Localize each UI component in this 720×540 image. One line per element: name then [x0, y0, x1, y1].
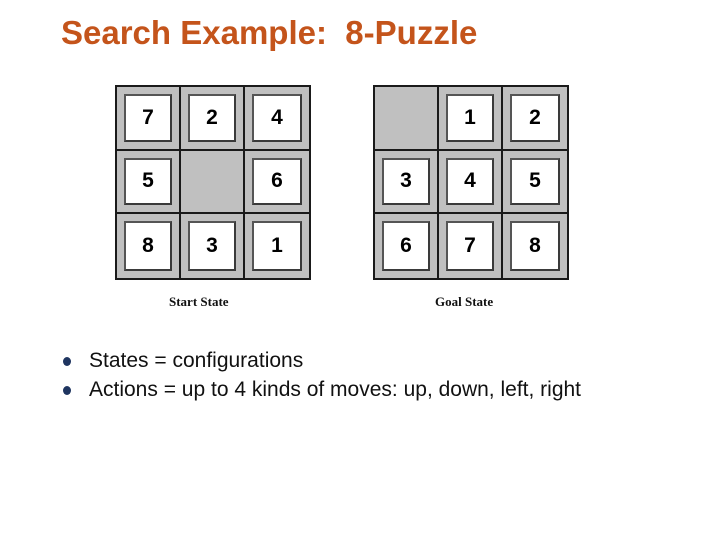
board-cell: 4 [245, 87, 309, 151]
puzzle-tile: 2 [510, 94, 560, 142]
board-cell: 6 [245, 151, 309, 215]
board-cell: 5 [117, 150, 181, 215]
bullet-item: States = configurations [62, 346, 662, 375]
puzzle-tile: 8 [124, 221, 172, 271]
board-cell: 2 [503, 87, 567, 151]
puzzle-tile: 5 [124, 157, 172, 206]
board-cell: 7 [117, 87, 181, 151]
board-cell: 2 [181, 87, 245, 151]
board-cell: 6 [375, 214, 439, 278]
bullet-text: Actions = up to 4 kinds of moves: up, do… [89, 378, 582, 401]
goal-state-caption: Goal State [435, 294, 494, 309]
board-cell: 1 [439, 87, 503, 151]
bullet-list: States = configurations Actions = up to … [62, 346, 662, 404]
puzzle-tile: 1 [252, 221, 302, 271]
board-cell: 3 [181, 214, 245, 278]
puzzle-tile: 8 [510, 221, 560, 271]
start-state-board: 7 2 4 5 6 8 3 1 [115, 85, 311, 280]
blank-cell [181, 150, 245, 215]
board-cell: 7 [439, 214, 503, 278]
board-cell: 4 [439, 150, 503, 215]
bullet-dot-icon [63, 386, 71, 395]
puzzle-tile: 4 [446, 157, 494, 206]
puzzle-tile: 7 [446, 221, 494, 271]
puzzle-tile: 5 [510, 157, 560, 206]
board-cell: 1 [245, 214, 309, 278]
goal-state-board: 1 2 3 4 5 6 7 8 [373, 85, 569, 280]
board-cell: 8 [503, 214, 567, 278]
puzzle-tile: 3 [188, 221, 236, 271]
bullet-item: Actions = up to 4 kinds of moves: up, do… [62, 375, 662, 404]
puzzle-tile: 1 [446, 94, 494, 142]
board-cell: 3 [375, 150, 439, 215]
bullet-text: States = configurations [89, 349, 304, 372]
puzzle-tile: 6 [252, 157, 302, 206]
slide-title: Search Example: 8-Puzzle [61, 14, 478, 51]
board-cell: 5 [503, 151, 567, 215]
puzzle-tile: 7 [124, 94, 172, 142]
puzzle-tile: 6 [382, 221, 430, 271]
puzzle-tile: 3 [382, 157, 430, 206]
blank-cell [375, 87, 439, 151]
start-state-caption: Start State [169, 294, 229, 309]
puzzle-tile: 2 [188, 94, 236, 142]
puzzle-tile: 4 [252, 94, 302, 142]
board-cell: 8 [117, 214, 181, 278]
bullet-dot-icon [63, 357, 71, 366]
